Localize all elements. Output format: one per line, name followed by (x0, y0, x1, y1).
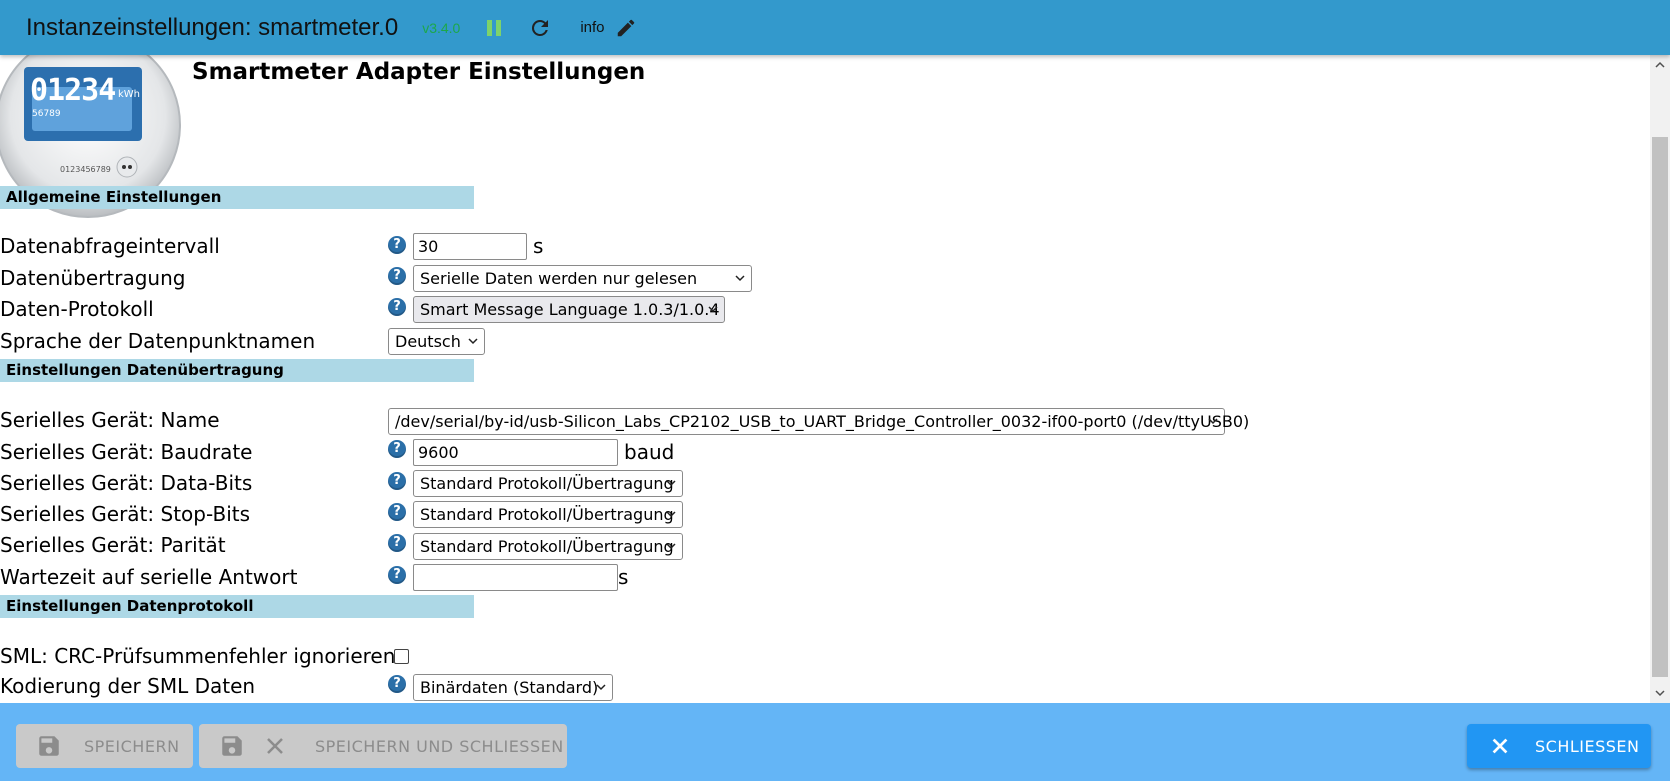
top-bar: Instanzeinstellungen: smartmeter.0 v3.4.… (0, 0, 1670, 55)
encoding-select[interactable]: Binärdaten (Standard) (413, 674, 613, 701)
parity-select-value: Standard Protokoll/Übertragung (420, 537, 674, 556)
interval-label: Datenabfrageintervall (0, 234, 220, 258)
edit-button[interactable] (615, 17, 637, 39)
databits-label: Serielles Gerät: Data-Bits (0, 471, 253, 495)
chevron-down-icon (735, 275, 745, 282)
close-button[interactable]: SCHLIESSEN (1467, 724, 1651, 768)
parity-select[interactable]: Standard Protokoll/Übertragung (413, 533, 683, 560)
device-select[interactable]: /dev/serial/by-id/usb-Silicon_Labs_CP210… (388, 408, 1249, 435)
crc-checkbox[interactable] (394, 649, 409, 664)
wait-input[interactable] (413, 564, 618, 591)
meter-display-value: 01234 (30, 73, 116, 108)
save-button-label: SPEICHERN (84, 736, 180, 756)
encoding-select-value: Binärdaten (Standard) (420, 678, 599, 697)
help-icon[interactable]: ? (388, 675, 406, 693)
info-label[interactable]: info (580, 19, 604, 36)
wait-label: Wartezeit auf serielle Antwort (0, 565, 298, 589)
protocol-select-value: Smart Message Language 1.0.3/1.0.4 (420, 300, 720, 319)
chevron-down-icon (1208, 418, 1218, 425)
stopbits-select[interactable]: Standard Protokoll/Übertragung (413, 501, 683, 528)
page-title: Smartmeter Adapter Einstellungen (192, 59, 646, 85)
save-button[interactable]: SPEICHERN (16, 724, 193, 768)
help-icon[interactable]: ? (388, 298, 406, 316)
transfer-select-value: Serielle Daten werden nur gelesen (420, 269, 698, 288)
protocol-label: Daten-Protokoll (0, 297, 154, 321)
scroll-down-icon[interactable] (1654, 687, 1666, 699)
pause-button[interactable] (484, 18, 504, 38)
chevron-down-icon (666, 480, 676, 487)
pause-icon (487, 19, 502, 36)
transfer-label: Datenübertragung (0, 266, 186, 290)
help-icon[interactable]: ? (388, 267, 406, 285)
baud-unit: baud (624, 440, 675, 464)
help-icon[interactable]: ? (388, 236, 406, 254)
chevron-down-icon (666, 511, 676, 518)
scroll-up-icon[interactable] (1654, 59, 1666, 71)
section-header-general: Allgemeine Einstellungen (0, 186, 474, 209)
section-header-transfer: Einstellungen Datenübertragung (0, 359, 474, 382)
dialog-title: Instanzeinstellungen: smartmeter.0 (26, 13, 399, 41)
footer-bar: SPEICHERN SPEICHERN UND SCHLIESSEN SCHLI… (0, 703, 1670, 781)
stopbits-select-value: Standard Protokoll/Übertragung (420, 505, 674, 524)
meter-sub-value: 56789 (32, 109, 61, 119)
refresh-icon (532, 19, 549, 36)
parity-label: Serielles Gerät: Parität (0, 533, 226, 557)
vertical-scrollbar[interactable] (1650, 55, 1670, 703)
interval-unit: s (533, 234, 544, 258)
settings-content: 01234 kWh 56789 0123456789 Smartmeter Ad… (0, 55, 1650, 703)
save-icon (36, 733, 62, 759)
help-icon[interactable]: ? (388, 503, 406, 521)
device-label: Serielles Gerät: Name (0, 408, 220, 432)
wait-unit: s (618, 565, 629, 589)
chevron-down-icon (666, 543, 676, 550)
edit-icon (617, 19, 634, 36)
transfer-select[interactable]: Serielle Daten werden nur gelesen (413, 265, 752, 292)
crc-label: SML: CRC-Prüfsummenfehler ignorieren (0, 644, 396, 668)
help-icon[interactable]: ? (388, 472, 406, 490)
save-icon (219, 733, 245, 759)
language-select[interactable]: Deutsch (388, 328, 485, 355)
close-icon (263, 734, 287, 758)
encoding-label: Kodierung der SML Daten (0, 674, 256, 698)
baud-label: Serielles Gerät: Baudrate (0, 440, 253, 464)
close-icon (1489, 735, 1511, 757)
section-header-protocol: Einstellungen Datenprotokoll (0, 595, 474, 618)
save-and-close-label: SPEICHERN UND SCHLIESSEN (315, 736, 564, 756)
protocol-select[interactable]: Smart Message Language 1.0.3/1.0.4 (413, 296, 725, 323)
meter-unit: kWh (118, 89, 141, 100)
stopbits-label: Serielles Gerät: Stop-Bits (0, 502, 251, 526)
interval-input[interactable] (413, 233, 527, 260)
meter-serial: 0123456789 (60, 165, 111, 174)
chevron-down-icon (468, 338, 478, 345)
databits-select-value: Standard Protokoll/Übertragung (420, 474, 674, 493)
chevron-down-icon (708, 306, 718, 313)
chevron-down-icon (596, 684, 606, 691)
help-icon[interactable]: ? (388, 534, 406, 552)
device-select-value: /dev/serial/by-id/usb-Silicon_Labs_CP210… (395, 412, 1250, 431)
help-icon[interactable]: ? (388, 566, 406, 584)
language-select-value: Deutsch (395, 332, 461, 351)
baud-input[interactable] (413, 439, 618, 466)
save-and-close-button[interactable]: SPEICHERN UND SCHLIESSEN (199, 724, 567, 768)
help-icon[interactable]: ? (388, 440, 406, 458)
reload-button[interactable] (528, 16, 552, 40)
scrollbar-thumb[interactable] (1652, 137, 1668, 677)
version-label: v3.4.0 (422, 19, 461, 36)
close-button-label: SCHLIESSEN (1535, 736, 1640, 756)
language-label: Sprache der Datenpunktnamen (0, 329, 316, 353)
databits-select[interactable]: Standard Protokoll/Übertragung (413, 470, 683, 497)
